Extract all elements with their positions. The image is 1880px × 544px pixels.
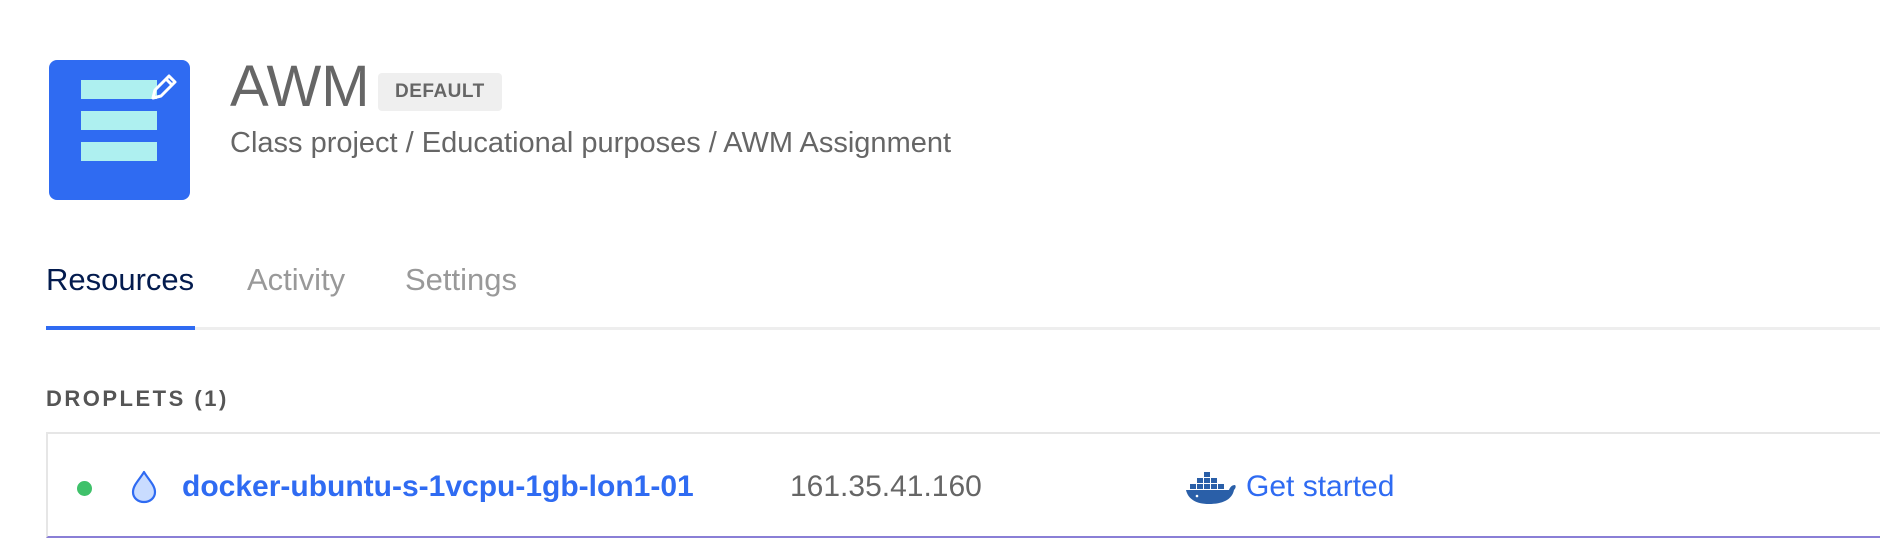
tab-activity[interactable]: Activity xyxy=(247,258,345,330)
project-title: AWM xyxy=(230,54,370,119)
droplet-name-link[interactable]: docker-ubuntu-s-1vcpu-1gb-lon1-01 xyxy=(182,468,694,506)
tab-resources-label: Resources xyxy=(46,262,195,297)
status-indicator xyxy=(77,481,92,496)
project-icon-bar xyxy=(81,111,157,130)
tab-settings[interactable]: Settings xyxy=(405,258,517,330)
tab-settings-label: Settings xyxy=(405,262,518,297)
droplet-icon xyxy=(131,470,157,504)
get-started-link[interactable]: Get started xyxy=(1246,468,1394,506)
project-list-icon[interactable] xyxy=(49,60,190,200)
docker-icon xyxy=(1186,472,1236,504)
droplet-ip-address: 161.35.41.160 xyxy=(790,470,982,503)
project-description: Class project / Educational purposes / A… xyxy=(230,127,952,159)
tab-active-indicator xyxy=(46,326,195,330)
droplets-section-title: DROPLETS (1) xyxy=(46,386,229,411)
default-badge: DEFAULT xyxy=(378,73,502,111)
pencil-icon xyxy=(151,74,177,100)
tab-resources[interactable]: Resources xyxy=(46,258,195,330)
droplet-row[interactable]: docker-ubuntu-s-1vcpu-1gb-lon1-01 161.35… xyxy=(46,432,1880,538)
project-icon-bar xyxy=(81,142,157,161)
project-page: AWM DEFAULT Class project / Educational … xyxy=(0,0,1880,544)
tab-bar: Resources Activity Settings xyxy=(46,258,1880,330)
tab-activity-label: Activity xyxy=(247,262,346,297)
